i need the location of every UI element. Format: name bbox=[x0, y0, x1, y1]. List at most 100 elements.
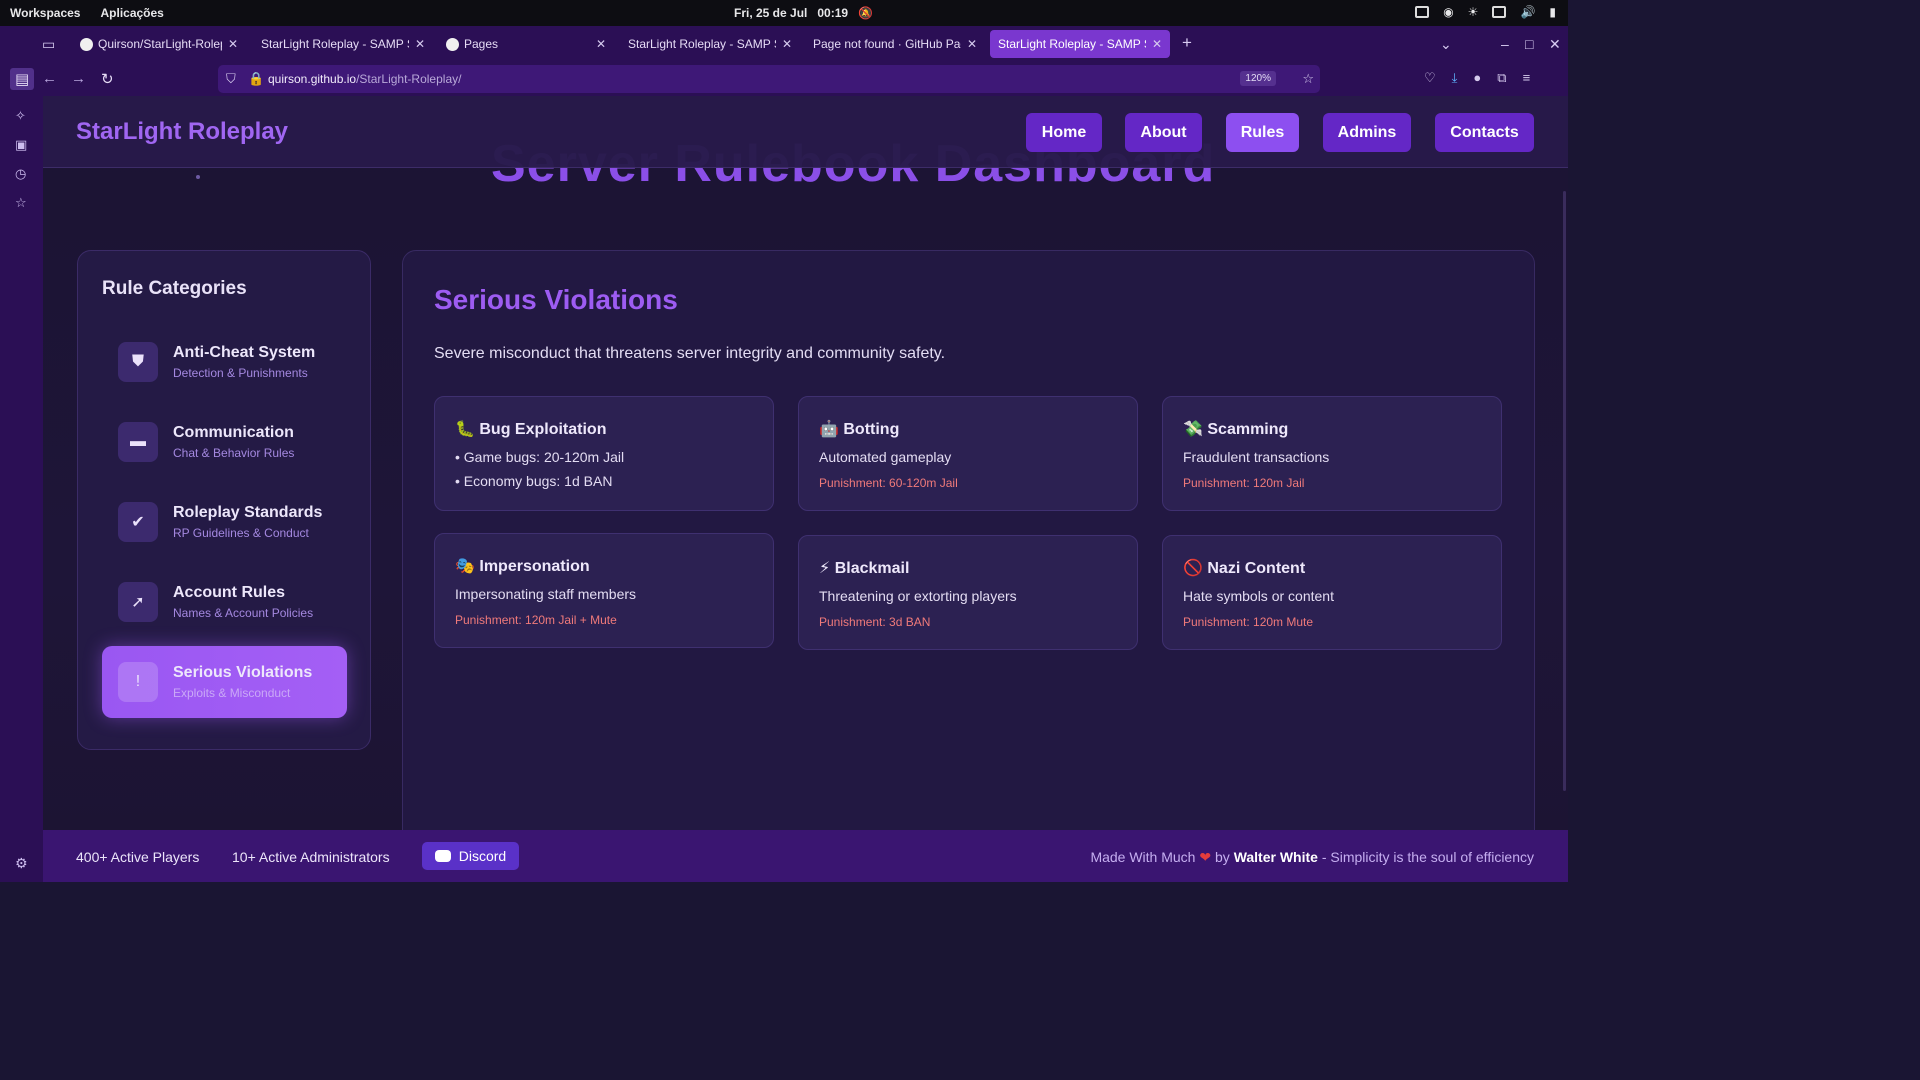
rule-card-impersonation[interactable]: 🎭 Impersonation Impersonating staff memb… bbox=[434, 533, 774, 648]
browser-tab[interactable]: Pages ✕ bbox=[438, 30, 614, 58]
category-roleplay-standards[interactable]: ✔ Roleplay Standards RP Guidelines & Con… bbox=[102, 486, 347, 558]
forward-icon[interactable]: → bbox=[71, 70, 86, 87]
address-bar[interactable]: ⛉ 🔒 quirson.github.io/StarLight-Roleplay… bbox=[218, 65, 1320, 93]
battery-icon[interactable]: ▮ bbox=[1549, 5, 1556, 19]
rule-categories-panel: Rule Categories ⛊ Anti-Cheat System Dete… bbox=[77, 250, 371, 750]
app-grid-icon[interactable] bbox=[1415, 6, 1430, 18]
tab-close-icon[interactable]: ✕ bbox=[1152, 37, 1162, 51]
nav-contacts-button[interactable]: Contacts bbox=[1435, 113, 1534, 152]
category-serious-violations[interactable]: ! Serious Violations Exploits & Miscondu… bbox=[102, 646, 347, 718]
workspaces-menu[interactable]: Workspaces bbox=[10, 6, 80, 20]
bookmark-star-icon[interactable]: ☆ bbox=[1302, 71, 1314, 87]
categories-heading: Rule Categories bbox=[102, 278, 247, 299]
robot-icon: 🤖 bbox=[819, 421, 839, 438]
browser-tab[interactable]: Quirson/StarLight-Roleplay ✕ bbox=[72, 30, 246, 58]
shield-icon: ⛊ bbox=[118, 342, 158, 382]
tab-close-icon[interactable]: ✕ bbox=[782, 37, 792, 51]
site-header: StarLight Roleplay Home About Rules Admi… bbox=[43, 96, 1568, 168]
menu-icon[interactable]: ≡ bbox=[1523, 70, 1531, 86]
active-admins-stat: 10+ Active Administrators bbox=[232, 849, 390, 865]
pocket-icon[interactable]: ♡ bbox=[1424, 70, 1436, 86]
tab-overview-icon[interactable]: ▭ bbox=[42, 36, 55, 53]
footer-credit: Made With Much ❤ by Walter White - Simpl… bbox=[1090, 849, 1534, 865]
heart-icon: ❤ bbox=[1199, 849, 1212, 865]
synced-tabs-icon[interactable]: ▣ bbox=[15, 137, 27, 153]
category-account-rules[interactable]: ➚ Account Rules Names & Account Policies bbox=[102, 566, 347, 638]
sidebar-toggle-icon[interactable]: ▤ bbox=[10, 68, 35, 90]
site-footer: 400+ Active Players 10+ Active Administr… bbox=[43, 830, 1568, 882]
discord-tray-icon[interactable]: ◉ bbox=[1443, 5, 1453, 19]
tab-close-icon[interactable]: ✕ bbox=[967, 37, 977, 51]
rule-card-botting[interactable]: 🤖 Botting Automated gameplay Punishment:… bbox=[798, 396, 1138, 511]
lock-icon[interactable]: 🔒 bbox=[248, 71, 264, 87]
page-scrollbar[interactable] bbox=[1563, 191, 1566, 791]
tab-list-chevron-icon[interactable]: ⌄ bbox=[1440, 36, 1452, 53]
system-top-bar: Workspaces Aplicações Fri, 25 de Jul 00:… bbox=[0, 0, 1568, 26]
nav-admins-button[interactable]: Admins bbox=[1323, 113, 1411, 152]
decorative-dot bbox=[196, 175, 200, 179]
close-window-icon[interactable]: ✕ bbox=[1549, 36, 1561, 53]
sidebar-settings-gear-icon[interactable]: ⚙ bbox=[15, 855, 28, 872]
rule-card-scamming[interactable]: 💸 Scamming Fraudulent transactions Punis… bbox=[1162, 396, 1502, 511]
rules-content-panel: Serious Violations Severe misconduct tha… bbox=[402, 250, 1535, 850]
reload-icon[interactable]: ↻ bbox=[101, 70, 114, 88]
author-name: Walter White bbox=[1233, 849, 1318, 865]
back-icon[interactable]: ← bbox=[42, 70, 57, 87]
browser-tab[interactable]: StarLight Roleplay - SAMP Server ✕ bbox=[253, 30, 433, 58]
browser-tab-strip: ▭ Quirson/StarLight-Roleplay ✕ StarLight… bbox=[0, 26, 1568, 62]
downloads-icon[interactable]: ⤓ bbox=[1452, 70, 1458, 86]
tab-close-icon[interactable]: ✕ bbox=[415, 37, 425, 51]
nav-about-button[interactable]: About bbox=[1125, 113, 1202, 152]
tab-close-icon[interactable]: ✕ bbox=[596, 37, 606, 51]
bug-icon: 🐛 bbox=[455, 421, 475, 438]
zoom-level[interactable]: 120% bbox=[1240, 71, 1276, 86]
ai-sparkle-icon[interactable]: ✧ bbox=[15, 108, 26, 124]
browser-tab[interactable]: StarLight Roleplay - SAMP Server ✕ bbox=[620, 30, 800, 58]
browser-sidebar: ✧ ▣ ◷ ☆ bbox=[0, 96, 43, 882]
discord-icon bbox=[434, 850, 451, 862]
active-players-stat: 400+ Active Players bbox=[76, 849, 200, 865]
lightning-icon: ⚡ bbox=[819, 560, 831, 577]
nav-rules-button[interactable]: Rules bbox=[1226, 113, 1299, 152]
rule-card-nazi-content[interactable]: 🚫 Nazi Content Hate symbols or content P… bbox=[1162, 535, 1502, 650]
volume-icon[interactable]: 🔊 bbox=[1520, 5, 1535, 19]
rule-card-bug-exploitation[interactable]: 🐛 Bug Exploitation • Game bugs: 20-120m … bbox=[434, 396, 774, 511]
money-wings-icon: 💸 bbox=[1183, 421, 1203, 438]
rule-card-blackmail[interactable]: ⚡ Blackmail Threatening or extorting pla… bbox=[798, 535, 1138, 650]
account-icon[interactable]: ● bbox=[1473, 70, 1481, 86]
tab-close-icon[interactable]: ✕ bbox=[228, 37, 238, 51]
category-anti-cheat[interactable]: ⛊ Anti-Cheat System Detection & Punishme… bbox=[102, 326, 347, 398]
notifications-muted-icon[interactable]: 🔕 bbox=[858, 6, 873, 20]
new-tab-icon[interactable]: + bbox=[1182, 33, 1192, 53]
category-communication[interactable]: ▬ Communication Chat & Behavior Rules bbox=[102, 406, 347, 478]
maximize-icon[interactable]: □ bbox=[1525, 36, 1533, 52]
system-time[interactable]: 00:19 bbox=[817, 6, 848, 20]
extensions-icon[interactable]: ⧉ bbox=[1497, 70, 1506, 86]
minimize-icon[interactable]: – bbox=[1501, 36, 1509, 52]
bookmarks-icon[interactable]: ☆ bbox=[15, 195, 27, 211]
apps-menu[interactable]: Aplicações bbox=[100, 6, 163, 20]
chat-icon: ▬ bbox=[118, 422, 158, 462]
brightness-icon[interactable]: ☀ bbox=[1468, 5, 1479, 19]
check-circle-icon: ✔ bbox=[118, 502, 158, 542]
discord-button[interactable]: Discord bbox=[422, 842, 519, 870]
site-brand[interactable]: StarLight Roleplay bbox=[76, 118, 288, 146]
github-icon bbox=[80, 37, 93, 51]
github-icon bbox=[446, 37, 459, 51]
browser-nav-bar: ▤ ← → ↻ ⛉ 🔒 quirson.github.io/StarLight-… bbox=[0, 62, 1568, 96]
history-icon[interactable]: ◷ bbox=[15, 166, 26, 182]
nav-home-button[interactable]: Home bbox=[1026, 113, 1102, 152]
section-title: Serious Violations bbox=[434, 284, 678, 315]
browser-tab[interactable]: Page not found · GitHub Pages ✕ bbox=[805, 30, 985, 58]
browser-tab-active[interactable]: StarLight Roleplay - SAMP Server ✕ bbox=[990, 30, 1170, 58]
shield-icon[interactable]: ⛉ bbox=[226, 71, 236, 87]
section-description: Severe misconduct that threatens server … bbox=[434, 345, 946, 362]
alert-shield-icon: ! bbox=[118, 662, 158, 702]
user-key-icon: ➚ bbox=[118, 582, 158, 622]
system-date[interactable]: Fri, 25 de Jul bbox=[734, 6, 807, 20]
display-icon[interactable] bbox=[1492, 6, 1507, 18]
url-text[interactable]: quirson.github.io/StarLight-Roleplay/ bbox=[268, 72, 461, 86]
web-page: Server Rulebook Dashboard StarLight Role… bbox=[43, 96, 1568, 882]
prohibited-icon: 🚫 bbox=[1183, 560, 1203, 577]
masks-icon: 🎭 bbox=[455, 558, 475, 575]
